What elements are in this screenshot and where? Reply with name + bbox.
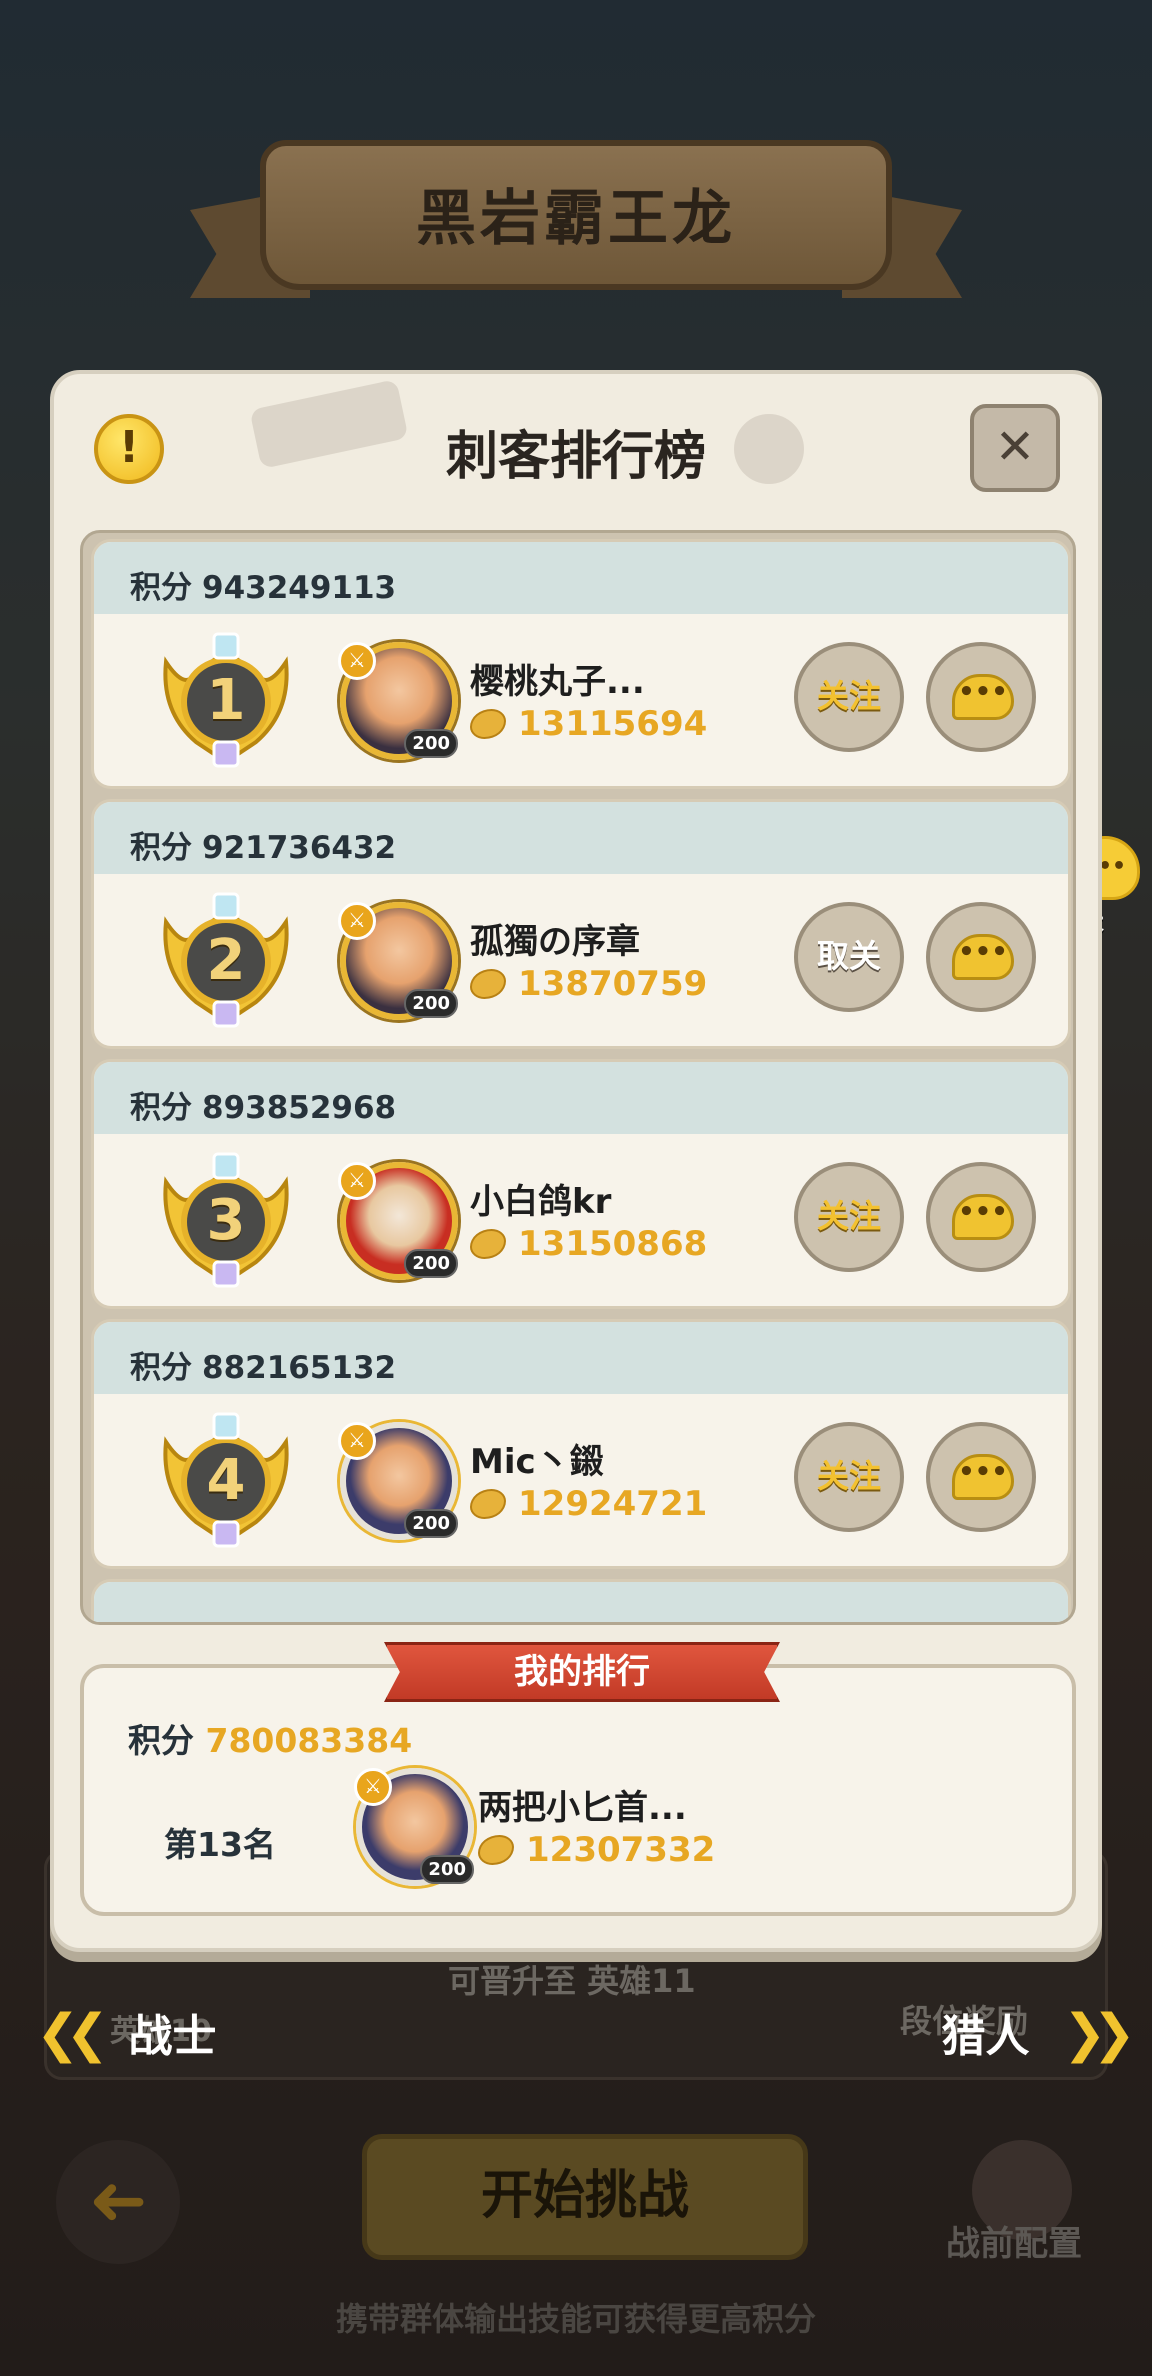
score-label: 积分 (130, 570, 192, 606)
promote-text: 可晋升至 英雄11 (448, 1962, 696, 2000)
power-icon (478, 1835, 514, 1865)
rank-badge-icon (163, 892, 289, 1028)
ranking-list[interactable]: 积分 943249113 1 ⚔ 200 樱桃丸子... 13115694 关注 … (80, 530, 1076, 1625)
power-icon (470, 709, 506, 739)
power-number: 12924721 (518, 1484, 708, 1524)
level-badge: 200 (404, 729, 458, 758)
level-badge: 200 (404, 1509, 458, 1538)
avatar[interactable]: ⚔ 200 (338, 1162, 458, 1280)
follow-button[interactable]: 关注 (794, 642, 904, 752)
my-power-value: 12307332 (478, 1830, 715, 1870)
row-score: 积分 893852968 (94, 1062, 1068, 1134)
row-score: 积分 921736432 (94, 802, 1068, 874)
power-value: 13870759 (470, 964, 707, 1004)
chat-button[interactable]: ••• (926, 1422, 1036, 1532)
chat-button[interactable]: ••• (926, 642, 1036, 752)
rank-badge-icon (163, 1152, 289, 1288)
player-name: 樱桃丸子... (470, 662, 645, 702)
score-label: 积分 (130, 1090, 192, 1126)
ranking-row: 积分 893852968 3 ⚔ 200 小白鸽kr 13150868 关注 ••… (91, 1059, 1071, 1309)
player-name: 孤獨の序章 (470, 922, 640, 962)
score-value: 921736432 (202, 830, 397, 866)
power-value: 13150868 (470, 1224, 707, 1264)
my-score-label: 积分 (128, 1721, 194, 1760)
prebattle-config-label: 战前配置 (946, 2224, 1082, 2264)
class-tag-icon: ⚔ (338, 1162, 376, 1200)
prev-class-button[interactable]: ❮❮ 战士 (36, 2000, 216, 2064)
my-player-name: 两把小匕首... (478, 1788, 687, 1828)
ranking-row-partial (91, 1579, 1071, 1622)
score-label: 积分 (130, 1350, 192, 1386)
boss-banner: 黑岩霸王龙 (190, 140, 962, 310)
my-rank-card: 我的排行 积分 780083384 第13名 ⚔ 200 两把小匕首... 12… (80, 1642, 1076, 1916)
chat-bubble-icon: ••• (952, 674, 1014, 720)
class-tag-icon: ⚔ (338, 902, 376, 940)
chat-bubble-icon: ••• (952, 1194, 1014, 1240)
player-name: 小白鸽kr (470, 1182, 612, 1222)
power-icon (470, 969, 506, 999)
level-badge: 200 (420, 1855, 474, 1884)
power-value: 13115694 (470, 704, 707, 744)
power-number: 13115694 (518, 704, 708, 744)
level-badge: 200 (404, 1249, 458, 1278)
class-tag-icon: ⚔ (354, 1768, 392, 1806)
my-rank-ribbon: 我的排行 (384, 1642, 780, 1702)
score-value: 943249113 (202, 570, 397, 606)
next-class-button[interactable]: 猎人 ❯❯ (941, 2000, 1137, 2064)
hint-text: 携带群体输出技能可获得更高积分 (335, 2300, 816, 2338)
row-score: 积分 943249113 (94, 542, 1068, 614)
panel-title: 刺客排行榜 (445, 427, 706, 487)
chat-button[interactable]: ••• (926, 902, 1036, 1012)
row-score (94, 1582, 1068, 1622)
my-score-value: 780083384 (205, 1721, 413, 1760)
prev-class-label: 战士 (128, 2011, 217, 2062)
player-name: Mic丶鎩 (470, 1442, 604, 1482)
back-arrow-icon[interactable]: ➜ (56, 2140, 180, 2264)
start-challenge-button[interactable]: 开始挑战 (362, 2134, 808, 2260)
follow-button[interactable]: 关注 (794, 1162, 904, 1272)
my-score: 积分 780083384 (128, 1714, 412, 1762)
power-value: 12924721 (470, 1484, 707, 1524)
row-score: 积分 882165132 (94, 1322, 1068, 1394)
next-class-label: 猎人 (941, 2011, 1030, 2062)
rank-badge-icon (163, 1412, 289, 1548)
power-number: 12307332 (526, 1830, 716, 1870)
rank-badge-icon (163, 632, 289, 768)
power-number: 13150868 (518, 1224, 708, 1264)
ranking-row: 积分 882165132 4 ⚔ 200 Mic丶鎩 12924721 关注 ••… (91, 1319, 1071, 1569)
ranking-row: 积分 921736432 2 ⚔ 200 孤獨の序章 13870759 取关 ••… (91, 799, 1071, 1049)
power-number: 13870759 (518, 964, 708, 1004)
power-icon (470, 1489, 506, 1519)
ranking-row: 积分 943249113 1 ⚔ 200 樱桃丸子... 13115694 关注 … (91, 539, 1071, 789)
chat-bubble-icon: ••• (952, 934, 1014, 980)
follow-button[interactable]: 关注 (794, 1422, 904, 1532)
score-value: 893852968 (202, 1090, 397, 1126)
my-rank-position: 第13名 (164, 1825, 276, 1864)
avatar[interactable]: ⚔ 200 (338, 1422, 458, 1540)
score-label: 积分 (130, 830, 192, 866)
leaderboard-panel: ! 刺客排行榜 ✕ 积分 943249113 1 ⚔ 200 樱桃丸子... 13… (50, 370, 1102, 1952)
prebattle-config-button[interactable]: 战前配置 (946, 2140, 1106, 2264)
boss-name: 黑岩霸王龙 (416, 184, 736, 254)
power-icon (470, 1229, 506, 1259)
score-value: 882165132 (202, 1350, 397, 1386)
unfollow-button[interactable]: 取关 (794, 902, 904, 1012)
class-tag-icon: ⚔ (338, 1422, 376, 1460)
chat-button[interactable]: ••• (926, 1162, 1036, 1272)
level-badge: 200 (404, 989, 458, 1018)
avatar[interactable]: ⚔ 200 (338, 902, 458, 1020)
class-tag-icon: ⚔ (338, 642, 376, 680)
chevron-left-icon: ❮❮ (36, 2004, 109, 2064)
chevron-right-icon: ❯❯ (1062, 2004, 1136, 2064)
close-button[interactable]: ✕ (970, 404, 1060, 492)
avatar[interactable]: ⚔ 200 (338, 642, 458, 760)
chat-bubble-icon: ••• (952, 1454, 1014, 1500)
my-avatar[interactable]: ⚔ 200 (354, 1768, 474, 1886)
